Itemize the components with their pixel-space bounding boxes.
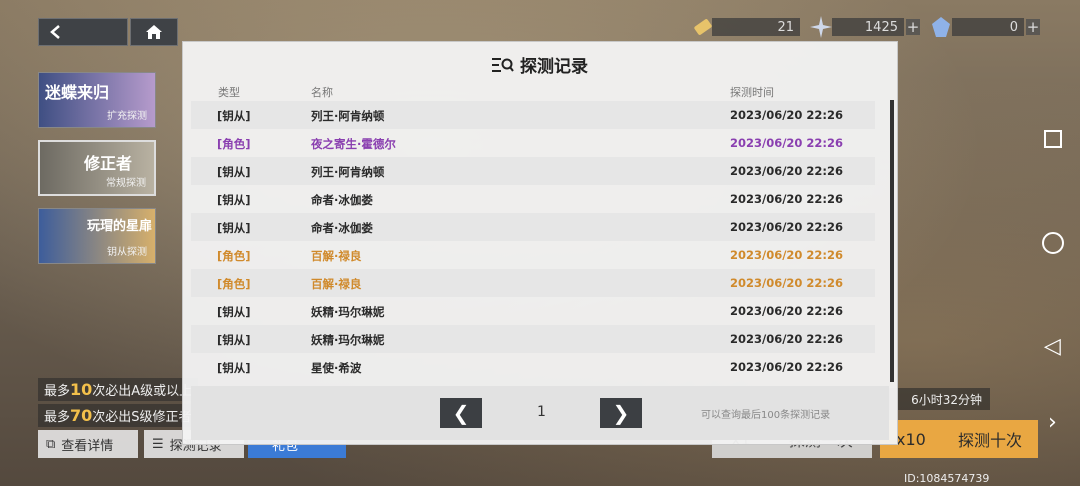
table-row: [钥从] 命者·冰伽娄 2023/06/20 22:26 — [191, 213, 875, 241]
pity-suffix: 次必出A级或以上 — [92, 384, 193, 399]
table-row: [钥从] 星使·希波 2023/06/20 22:26 — [191, 353, 875, 381]
row-time: 2023/06/20 22:26 — [730, 360, 844, 374]
row-time: 2023/06/20 22:26 — [730, 276, 844, 290]
row-type: [角色] — [217, 137, 251, 151]
system-nav-bar: ◁ › — [1028, 0, 1080, 486]
row-type: [钥从] — [217, 109, 251, 123]
row-time: 2023/06/20 22:26 — [730, 332, 844, 346]
banner-title: 修正者 — [84, 154, 133, 173]
banner-subtitle: 常规探测 — [106, 178, 146, 189]
pagination-bar: ❮ 1 ❯ 可以查询最后100条探测记录 — [191, 386, 889, 440]
pity-count: 70 — [70, 406, 93, 425]
row-name: 百解·禄良 — [311, 277, 362, 291]
table-row: [角色] 百解·禄良 2023/06/20 22:26 — [191, 269, 875, 297]
draw-ten-multiplier: x10 — [896, 429, 926, 449]
chevron-right-icon[interactable]: › — [1048, 410, 1057, 435]
row-type: [钥从] — [217, 333, 251, 347]
row-name: 百解·禄良 — [311, 249, 362, 263]
row-name: 妖精·玛尔琳妮 — [311, 305, 385, 319]
user-id: ID:1084574739 — [904, 472, 990, 485]
header-name: 名称 — [311, 86, 333, 99]
row-time: 2023/06/20 22:26 — [730, 248, 844, 262]
row-type: [角色] — [217, 249, 251, 263]
page-number: 1 — [537, 404, 546, 420]
star-crystal-count: 1425 — [832, 18, 904, 36]
row-name: 列王·阿肯纳顿 — [311, 165, 385, 179]
home-icon — [146, 25, 162, 39]
list-icon: ☰ — [152, 436, 164, 452]
banner-title: 迷蝶来归 — [45, 83, 110, 102]
row-type: [钥从] — [217, 361, 251, 375]
banner-title: 玩瑁的星扉 — [87, 219, 153, 234]
details-button[interactable]: ⧉ 查看详情 — [38, 430, 138, 458]
search-list-icon — [492, 57, 514, 72]
row-name: 命者·冰伽娄 — [311, 193, 373, 207]
pity-prefix: 最多 — [44, 410, 71, 425]
row-type: [钥从] — [217, 165, 251, 179]
row-time: 2023/06/20 22:26 — [730, 192, 844, 206]
row-time: 2023/06/20 22:26 — [730, 108, 844, 122]
pity-prefix: 最多 — [44, 384, 71, 399]
row-name: 夜之寄生·霍德尔 — [311, 137, 396, 151]
dialog-title-text: 探测记录 — [520, 57, 588, 77]
row-name: 列王·阿肯纳顿 — [311, 109, 385, 123]
row-time: 2023/06/20 22:26 — [730, 304, 844, 318]
scrollbar[interactable] — [890, 100, 894, 382]
row-time: 2023/06/20 22:26 — [730, 164, 844, 178]
pity-count: 10 — [70, 380, 93, 399]
back-nav-icon[interactable]: ◁ — [1044, 334, 1061, 359]
records-dialog: 探测记录 类型 名称 探测时间 [钥从] 列王·阿肯纳顿 2023/06/20 … — [183, 42, 897, 444]
prev-page-button[interactable]: ❮ — [440, 398, 482, 428]
star-crystal-icon — [808, 14, 834, 40]
add-star-crystal-button[interactable]: + — [906, 19, 920, 35]
row-type: [钥从] — [217, 305, 251, 319]
table-row: [角色] 夜之寄生·霍德尔 2023/06/20 22:26 — [191, 129, 875, 157]
row-time: 2023/06/20 22:26 — [730, 136, 844, 150]
table-row: [钥从] 妖精·玛尔琳妮 2023/06/20 22:26 — [191, 297, 875, 325]
row-name: 星使·希波 — [311, 361, 362, 375]
table-row: [角色] 百解·禄良 2023/06/20 22:26 — [191, 241, 875, 269]
blue-crystal-icon — [928, 14, 954, 40]
next-page-button[interactable]: ❯ — [600, 398, 642, 428]
row-name: 妖精·玛尔琳妮 — [311, 333, 385, 347]
pity-line-s: 最多70次必出S级修正者 — [38, 404, 198, 427]
row-type: [钥从] — [217, 193, 251, 207]
pagination-note: 可以查询最后100条探测记录 — [701, 410, 831, 421]
draw-ten-label: 探测十次 — [957, 431, 1022, 450]
row-time: 2023/06/20 22:26 — [730, 220, 844, 234]
back-button[interactable] — [38, 18, 128, 46]
blue-crystal-count: 0 — [952, 18, 1024, 36]
home-button[interactable] — [130, 18, 178, 46]
table-row: [钥从] 列王·阿肯纳顿 2023/06/20 22:26 — [191, 101, 875, 129]
ticket-count: 21 — [712, 18, 800, 36]
banner-subtitle: 钥从探测 — [107, 247, 147, 258]
draw-ten-button[interactable]: x10 探测十次 — [880, 420, 1038, 458]
header-type: 类型 — [218, 86, 240, 99]
row-name: 命者·冰伽娄 — [311, 221, 373, 235]
details-label: 查看详情 — [61, 438, 114, 454]
row-type: [角色] — [217, 277, 251, 291]
table-row: [钥从] 列王·阿肯纳顿 2023/06/20 22:26 — [191, 157, 875, 185]
pity-suffix: 次必出S级修正者 — [92, 410, 192, 425]
banner-xiuzhengzhe[interactable]: 修正者 常规探测 — [38, 140, 156, 196]
back-arrow-icon — [50, 25, 60, 39]
pity-line-a: 最多10次必出A级或以上 — [38, 378, 199, 401]
details-icon: ⧉ — [46, 436, 56, 452]
banner-mieidielaigui[interactable]: 迷蝶来归 扩充探测 — [38, 72, 156, 128]
table-row: [钥从] 妖精·玛尔琳妮 2023/06/20 22:26 — [191, 325, 875, 353]
row-type: [钥从] — [217, 221, 251, 235]
recents-icon[interactable] — [1044, 130, 1062, 148]
home-nav-icon[interactable] — [1042, 232, 1064, 254]
dialog-title: 探测记录 — [183, 52, 897, 77]
banner-subtitle: 扩充探测 — [107, 111, 147, 122]
header-time: 探测时间 — [730, 86, 774, 99]
table-row: [钥从] 命者·冰伽娄 2023/06/20 22:26 — [191, 185, 875, 213]
banner-xingfei[interactable]: 玩瑁的星扉 钥从探测 — [38, 208, 156, 264]
